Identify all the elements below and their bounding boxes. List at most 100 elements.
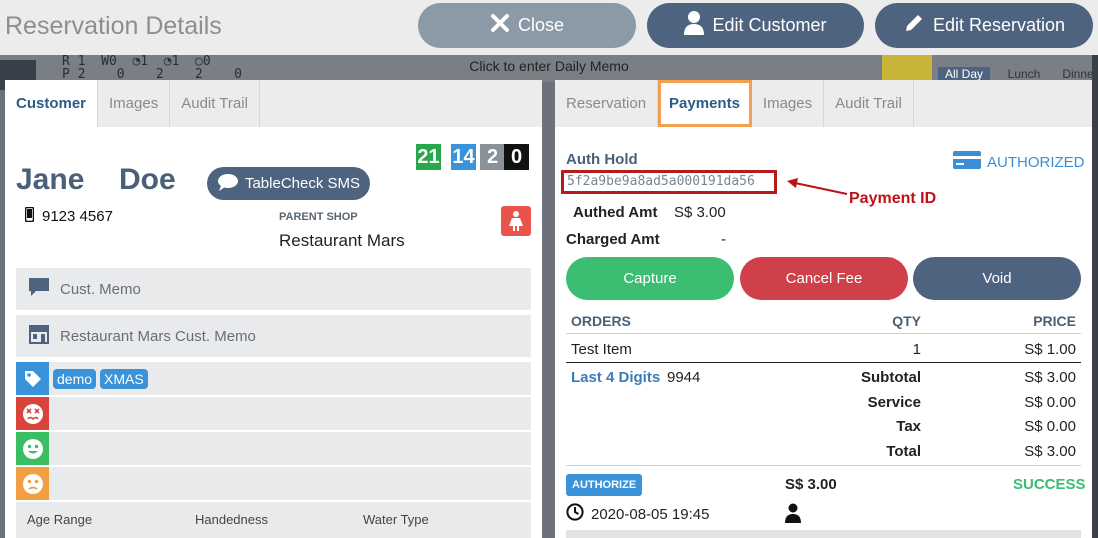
cancel-fee-button[interactable]: Cancel Fee — [740, 257, 908, 300]
subtotal-value: S$ 3.00 — [1024, 369, 1076, 386]
memo-icon — [28, 277, 50, 301]
tab-reservation-images[interactable]: Images — [752, 80, 825, 127]
tax-value: S$ 0.00 — [1024, 418, 1076, 435]
reservation-tabs: Reservation Payments Images Audit Trail — [555, 80, 1092, 127]
reservation-count-badge: 14 — [451, 144, 476, 170]
total-value: S$ 3.00 — [1024, 443, 1076, 460]
service-label: Service — [867, 394, 921, 411]
service-value: S$ 0.00 — [1024, 394, 1076, 411]
orders-header: ORDERS — [571, 313, 631, 329]
charged-amount-label: Charged Amt — [566, 231, 660, 248]
close-icon — [490, 13, 510, 38]
customer-last-name: Doe — [119, 163, 176, 196]
capture-button[interactable]: Capture — [566, 257, 734, 300]
tablecheck-sms-button[interactable]: TableCheck SMS — [207, 167, 370, 200]
transaction-divider — [566, 465, 1081, 466]
tab-customer-images[interactable]: Images — [98, 80, 171, 127]
phone-number: 9123 4567 — [42, 208, 113, 225]
tag-chip[interactable]: demo — [53, 368, 97, 389]
handedness-label: Handedness — [195, 512, 268, 527]
tab-customer-audit-trail[interactable]: Audit Trail — [170, 80, 260, 127]
order-item-name: Test Item — [571, 341, 632, 358]
customer-phone: 9123 4567 — [24, 206, 113, 226]
neutral-row[interactable] — [16, 467, 531, 500]
modal-title: Reservation Details — [5, 12, 222, 40]
orders-divider — [566, 333, 1081, 334]
totals-divider — [566, 362, 1081, 363]
bottom-bar — [566, 530, 1081, 538]
shop-memo-placeholder: Restaurant Mars Cust. Memo — [60, 327, 256, 345]
transaction-time: 2020-08-05 19:45 — [566, 503, 709, 526]
credit-card-icon — [953, 151, 981, 173]
qty-header: QTY — [892, 313, 921, 329]
tax-label: Tax — [896, 418, 921, 435]
authorized-status: AUTHORIZED — [953, 151, 1085, 173]
customer-panel: Customer Images Audit Trail 21 14 2 0 Ja… — [5, 80, 542, 538]
female-icon — [501, 206, 531, 236]
clock-icon — [566, 503, 584, 526]
authorize-badge: AUTHORIZE — [566, 474, 643, 496]
authed-amount-label: Authed Amt — [573, 204, 658, 221]
customer-tabs: Customer Images Audit Trail — [5, 80, 542, 127]
parent-shop-label: PARENT SHOP — [279, 211, 358, 223]
close-label: Close — [517, 15, 565, 35]
dislikes-row[interactable] — [16, 397, 531, 430]
cancel-count-badge: 2 — [480, 144, 505, 170]
dizzy-face-icon — [16, 397, 49, 430]
price-header: PRICE — [1033, 313, 1076, 329]
edit-customer-label: Edit Customer — [712, 15, 827, 35]
authorized-label: AUTHORIZED — [987, 153, 1085, 171]
background-toolbar: R 1 W0 ◔1 ◔1 ○0 P 2 0 2 2 0 Click to ent… — [0, 55, 1098, 90]
likes-row[interactable] — [16, 432, 531, 465]
total-label: Total — [886, 443, 921, 460]
subtotal-label: Subtotal — [861, 369, 921, 386]
noshow-count-badge: 0 — [504, 144, 529, 170]
sms-label: TableCheck SMS — [244, 175, 361, 192]
daily-memo-prompt[interactable]: Click to enter Daily Memo — [0, 58, 1098, 74]
smile-icon — [16, 432, 49, 465]
shop-memo-field[interactable]: Restaurant Mars Cust. Memo — [16, 315, 531, 357]
last4-label: Last 4 Digits — [571, 369, 661, 386]
tags-row[interactable]: demo XMAS — [16, 362, 531, 395]
transaction-amount: S$ 3.00 — [785, 476, 837, 493]
payment-id-annotation: Payment ID — [849, 190, 937, 207]
background-easel-icon — [882, 55, 932, 83]
mobile-phone-icon — [24, 206, 35, 226]
edit-customer-button[interactable]: Edit Customer — [647, 3, 864, 48]
tab-reservation[interactable]: Reservation — [555, 80, 659, 127]
transaction-status: SUCCESS — [1013, 476, 1086, 493]
customer-first-name: Jane — [16, 163, 85, 196]
authed-amount-value: S$ 3.00 — [674, 204, 726, 221]
tab-customer[interactable]: Customer — [5, 80, 99, 127]
last4-value: 9944 — [667, 369, 701, 386]
annotation-arrow-icon — [787, 178, 848, 195]
edit-reservation-button[interactable]: Edit Reservation — [875, 3, 1093, 48]
age-range-label: Age Range — [27, 512, 93, 527]
modal-header: Reservation Details Close Edit Customer … — [0, 0, 1098, 55]
void-button[interactable]: Void — [913, 257, 1081, 300]
reservation-panel: Reservation Payments Images Audit Trail … — [555, 80, 1092, 538]
tab-payments[interactable]: Payments — [658, 80, 752, 127]
chat-bubble-icon — [217, 173, 239, 195]
parent-shop-value: Restaurant Mars — [279, 231, 405, 250]
background-edge — [1092, 55, 1098, 538]
charged-amount-value: - — [721, 231, 726, 248]
order-item-price: S$ 1.00 — [1024, 341, 1076, 358]
user-icon — [785, 503, 801, 528]
customer-attributes: Age Range Handedness Water Type — [16, 502, 531, 538]
customer-memo-placeholder: Cust. Memo — [60, 280, 141, 298]
frown-icon — [16, 467, 49, 500]
user-icon — [684, 11, 705, 40]
payment-id: 5f2a9be9a8ad5a000191da56 — [561, 170, 777, 194]
auth-hold-label: Auth Hold — [566, 151, 638, 168]
visit-count-badge: 21 — [416, 144, 441, 170]
customer-memo-field[interactable]: Cust. Memo — [16, 268, 531, 310]
tag-chip[interactable]: XMAS — [100, 368, 148, 389]
pencil-icon — [903, 12, 925, 39]
close-button[interactable]: Close — [418, 3, 636, 48]
order-item-qty: 1 — [912, 341, 921, 358]
transaction-time-value: 2020-08-05 19:45 — [591, 506, 710, 523]
tab-reservation-audit-trail[interactable]: Audit Trail — [824, 80, 914, 127]
edit-reservation-label: Edit Reservation — [932, 15, 1066, 35]
water-type-label: Water Type — [363, 512, 429, 527]
